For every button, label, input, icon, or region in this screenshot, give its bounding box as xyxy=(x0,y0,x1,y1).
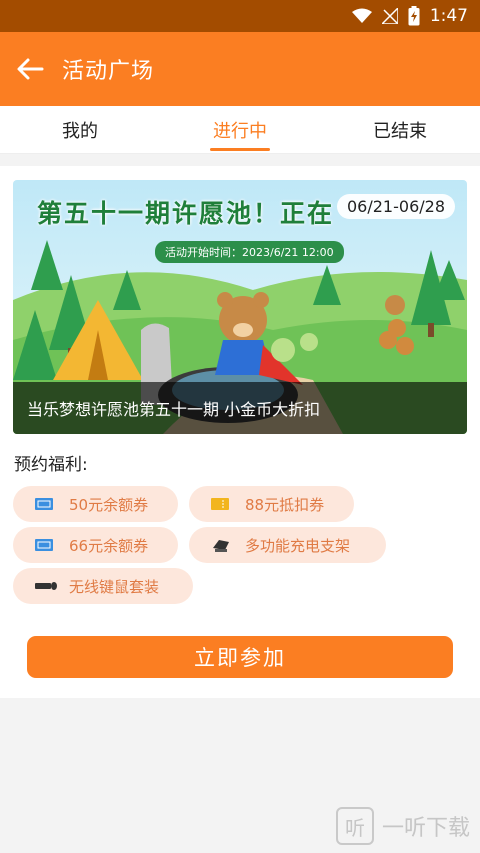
tab-bar: 我的 进行中 已结束 xyxy=(0,106,480,154)
join-button[interactable]: 立即参加 xyxy=(27,636,453,678)
arrow-left-icon xyxy=(17,58,44,80)
banner-caption: 当乐梦想许愿池第五十一期 小金币大折扣 xyxy=(13,382,467,434)
date-range-badge: 06/21-06/28 xyxy=(337,194,455,219)
app-bar: 活动广场 xyxy=(0,32,480,106)
tab-ended[interactable]: 已结束 xyxy=(320,106,480,153)
no-signal-icon xyxy=(381,8,398,24)
benefit-label: 多功能充电支架 xyxy=(245,536,351,555)
benefit-chip: 无线键鼠套装 xyxy=(13,568,193,604)
wifi-icon xyxy=(351,8,372,24)
page-title: 活动广场 xyxy=(62,59,155,84)
battery-charging-icon xyxy=(408,6,420,26)
charging-stand-icon xyxy=(211,538,239,552)
tab-mine[interactable]: 我的 xyxy=(0,106,160,153)
coupon-icon xyxy=(35,539,63,551)
watermark-text: 一听下载 xyxy=(381,816,470,841)
watermark-logo: 听 xyxy=(335,807,374,845)
ticket-icon xyxy=(211,498,239,510)
benefit-chip: 66元余额券 xyxy=(13,527,178,563)
benefits-title: 预约福利: xyxy=(14,455,88,475)
banner-start-time: 活动开始时间：2023/6/21 12:00 xyxy=(155,241,344,263)
status-time: 1:47 xyxy=(429,6,468,26)
status-bar: 1:47 xyxy=(0,0,480,32)
benefit-label: 50元余额券 xyxy=(69,495,149,514)
keyboard-mouse-icon xyxy=(35,581,63,591)
activity-banner[interactable]: 第五十一期许愿池！正在 活动开始时间：2023/6/21 12:00 06/21… xyxy=(13,180,467,434)
benefit-label: 无线键鼠套装 xyxy=(69,577,160,596)
watermark: 听 一听下载 xyxy=(335,807,470,845)
benefit-chip: 88元抵扣券 xyxy=(189,486,354,522)
benefit-chip: 多功能充电支架 xyxy=(189,527,386,563)
benefit-label: 88元抵扣券 xyxy=(245,495,325,514)
benefit-label: 66元余额券 xyxy=(69,536,149,555)
coupon-icon xyxy=(35,498,63,510)
benefit-chip: 50元余额券 xyxy=(13,486,178,522)
banner-heading: 第五十一期许愿池！正在 xyxy=(37,199,335,228)
tab-ongoing[interactable]: 进行中 xyxy=(160,106,320,153)
activity-card: 第五十一期许愿池！正在 活动开始时间：2023/6/21 12:00 06/21… xyxy=(0,166,480,698)
back-button[interactable] xyxy=(14,53,46,85)
